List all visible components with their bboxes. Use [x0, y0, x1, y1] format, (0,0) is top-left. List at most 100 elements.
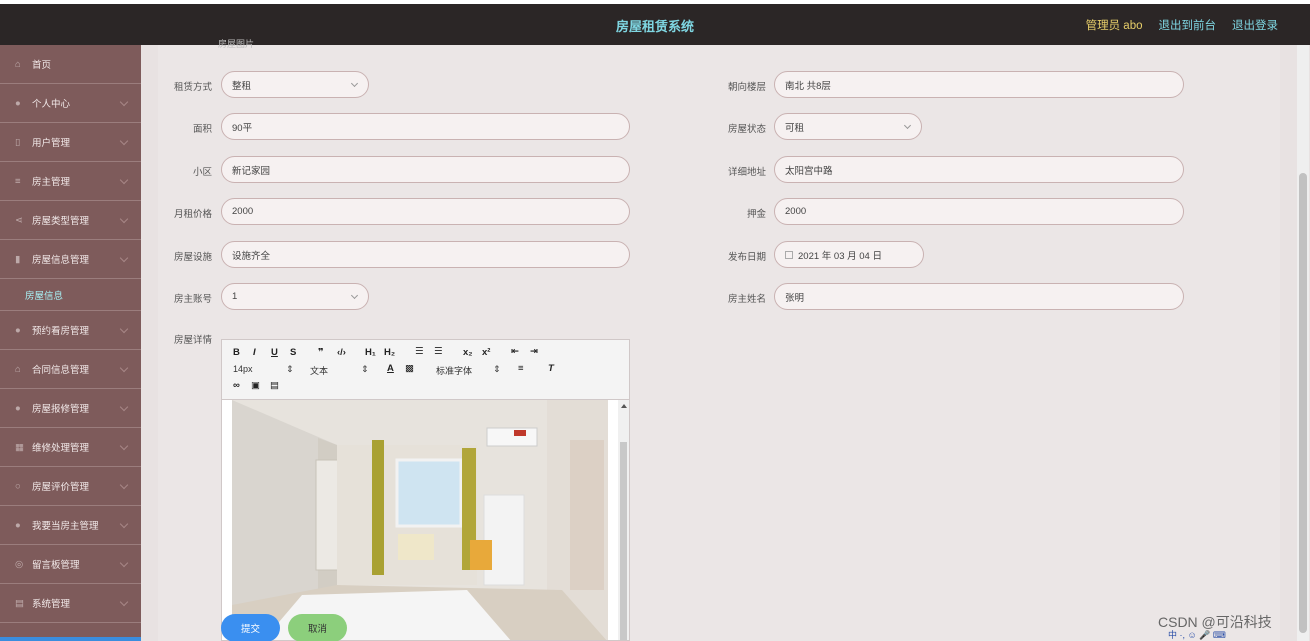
- user-icon: ●: [15, 98, 21, 109]
- editor-body[interactable]: [222, 400, 629, 640]
- font-color-icon[interactable]: A: [387, 363, 394, 374]
- editor-scrollbar[interactable]: [618, 400, 629, 640]
- room-photo: [222, 400, 608, 640]
- sidebar-item-repairs[interactable]: ● 房屋报修管理: [0, 389, 141, 428]
- bullet-list-icon[interactable]: ☰: [434, 346, 443, 357]
- align-icon[interactable]: ≡: [518, 363, 524, 374]
- deposit-input[interactable]: 2000: [774, 198, 1184, 225]
- deposit-label: 押金: [746, 209, 766, 220]
- link-icon[interactable]: ∞: [233, 380, 240, 391]
- submit-button[interactable]: 提交: [221, 614, 280, 641]
- orientation-label: 朝向楼层: [727, 82, 766, 93]
- ordered-list-icon[interactable]: ☰: [415, 346, 424, 357]
- font-size-select[interactable]: 14px: [233, 364, 253, 374]
- chevron-down-icon: [119, 175, 129, 185]
- chevron-down-icon: [119, 402, 129, 412]
- area-value: 90平: [232, 122, 253, 134]
- superscript-icon[interactable]: x²: [482, 347, 490, 358]
- publish-date-picker[interactable]: 2021 年 03 月 04 日: [774, 241, 924, 268]
- sidebar-item-become-owner[interactable]: ● 我要当房主管理: [0, 506, 141, 545]
- publish-date-value: 2021 年 03 月 04 日: [798, 250, 882, 262]
- sidebar-item-maintenance[interactable]: ▦ 维修处理管理: [0, 428, 141, 467]
- sidebar-subitem-house-info[interactable]: 房屋信息: [0, 279, 141, 311]
- sidebar-item-messages[interactable]: ◎ 留言板管理: [0, 545, 141, 584]
- indent-icon[interactable]: ⇥: [530, 346, 538, 357]
- address-label: 详细地址: [727, 167, 766, 178]
- sidebar-item-label: 用户管理: [32, 138, 71, 149]
- chevron-down-icon: [119, 214, 129, 224]
- facilities-input[interactable]: 设施齐全: [221, 241, 630, 268]
- deposit-value: 2000: [785, 206, 807, 217]
- chevron-down-icon: [119, 253, 129, 263]
- address-input[interactable]: 太阳宫中路: [774, 156, 1184, 183]
- subscript-icon[interactable]: x₂: [463, 347, 473, 358]
- sidebar-item-label: 预约看房管理: [32, 326, 90, 337]
- clear-format-icon[interactable]: T: [548, 363, 554, 374]
- sidebar-item-label: 房屋类型管理: [32, 216, 90, 227]
- sidebar-item-contracts[interactable]: ⌂ 合同信息管理: [0, 350, 141, 389]
- sidebar-item-label: 个人中心: [32, 99, 71, 110]
- sidebar-item-owners[interactable]: ≡ 房主管理: [0, 162, 141, 201]
- rent-type-value: 整租: [232, 80, 252, 92]
- editor-scrollbar-thumb[interactable]: [620, 442, 627, 640]
- sidebar-item-house-info[interactable]: ▮ 房屋信息管理: [0, 240, 141, 279]
- publish-date-label: 发布日期: [727, 252, 766, 263]
- sidebar-item-label: 我要当房主管理: [32, 521, 99, 532]
- rent-type-label: 租赁方式: [173, 82, 212, 93]
- sidebar-item-viewing[interactable]: ● 预约看房管理: [0, 311, 141, 350]
- video-icon[interactable]: ▤: [270, 380, 279, 391]
- facilities-value: 设施齐全: [232, 250, 271, 262]
- sidebar-item-users[interactable]: ▯ 用户管理: [0, 123, 141, 162]
- users-icon: ▯: [15, 137, 21, 148]
- orientation-input[interactable]: 南北 共8层: [774, 71, 1184, 98]
- sidebar-item-profile[interactable]: ● 个人中心: [0, 84, 141, 123]
- status-select[interactable]: 可租: [774, 113, 922, 140]
- sidebar-item-house-types[interactable]: ⋖ 房屋类型管理: [0, 201, 141, 240]
- sidebar-item-label: 系统管理: [32, 599, 71, 610]
- calendar-icon: [785, 250, 793, 259]
- page-scrollbar[interactable]: [1297, 45, 1309, 641]
- code-icon[interactable]: ‹/›: [337, 347, 346, 358]
- top-bar: 房屋租赁系统 管理员 abo 退出到前台 退出登录: [0, 0, 1310, 45]
- scrollbar-thumb[interactable]: [1299, 173, 1307, 633]
- highlight-icon[interactable]: ▩: [405, 363, 414, 374]
- block-type-select[interactable]: 文本: [310, 364, 328, 377]
- owner-name-input[interactable]: 张明: [774, 283, 1184, 310]
- sidebar-item-label: 房屋评价管理: [32, 482, 90, 493]
- chevron-down-icon: [119, 97, 129, 107]
- italic-icon[interactable]: I: [253, 347, 256, 358]
- home-icon: ⌂: [15, 59, 21, 70]
- cancel-button[interactable]: 取消: [288, 614, 347, 641]
- chevron-updown-icon: ⇕: [493, 364, 501, 374]
- chevron-down-icon: [903, 121, 912, 130]
- rent-type-select[interactable]: 整租: [221, 71, 369, 98]
- sidebar-item-reviews[interactable]: ○ 房屋评价管理: [0, 467, 141, 506]
- heading1-icon[interactable]: H₁: [365, 347, 376, 358]
- details-label: 房屋详情: [173, 335, 212, 346]
- logout-link[interactable]: 退出登录: [1232, 17, 1278, 33]
- community-input[interactable]: 新记家园: [221, 156, 630, 183]
- monthly-rent-input[interactable]: 2000: [221, 198, 630, 225]
- home-icon: ⌂: [15, 364, 21, 375]
- underline-icon[interactable]: U: [271, 347, 278, 358]
- area-input[interactable]: 90平: [221, 113, 630, 140]
- sidebar-progress-strip: [0, 637, 141, 641]
- sidebar-item-system[interactable]: ▤ 系统管理: [0, 584, 141, 623]
- community-label: 小区: [192, 167, 212, 178]
- scroll-up-icon[interactable]: [621, 404, 627, 408]
- heading2-icon[interactable]: H₂: [384, 347, 395, 358]
- strike-icon[interactable]: S: [290, 347, 296, 358]
- monthly-rent-label: 月租价格: [173, 209, 212, 220]
- back-to-front-link[interactable]: 退出到前台: [1159, 17, 1217, 33]
- outdent-icon[interactable]: ⇤: [511, 346, 519, 357]
- font-family-select[interactable]: 标准字体: [436, 364, 472, 377]
- image-icon[interactable]: ▣: [251, 380, 260, 391]
- chevron-down-icon: [119, 136, 129, 146]
- quote-icon[interactable]: ❞: [318, 347, 324, 358]
- owner-account-select[interactable]: 1: [221, 283, 369, 310]
- bold-icon[interactable]: B: [233, 347, 240, 358]
- rich-text-editor: B I U S ❞ ‹/› H₁ H₂ ☰ ☰ x₂ x² ⇤ ⇥ 14px ⇕…: [221, 339, 630, 641]
- sidebar-item-home[interactable]: ⌂ 首页: [0, 45, 141, 84]
- ime-tray[interactable]: 中 ·, ☺ 🎤 ⌨: [1168, 628, 1310, 641]
- group-icon: ●: [15, 520, 21, 531]
